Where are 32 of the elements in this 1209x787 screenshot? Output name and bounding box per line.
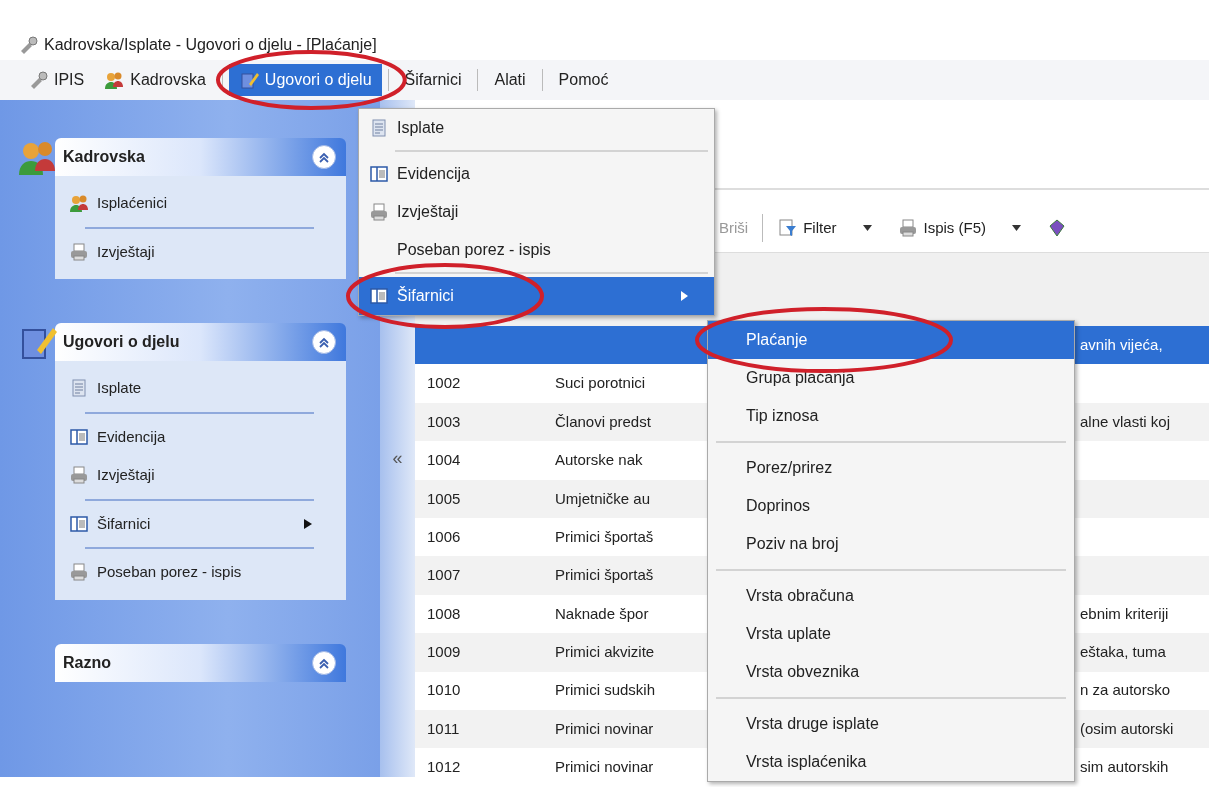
panel-title: Ugovori o djelu (63, 332, 181, 352)
table-cell: Umjetničke au (555, 489, 651, 507)
table-cell: 1002 (427, 374, 461, 392)
window-title: Kadrovska/Isplate - Ugovori o djelu - [Plaćanje] (44, 35, 377, 55)
table-cell: Primici akvizite (555, 643, 655, 661)
panel-title: Razno (63, 652, 112, 673)
table-cell: Članovi predst (555, 412, 651, 430)
table-cell: 1009 (427, 643, 461, 661)
table-cell: Suci porotnici (555, 374, 646, 392)
table-cell: 1006 (427, 527, 461, 545)
table-cell: alne vlasti koj (1080, 412, 1171, 430)
table-cell: ebnim kriteriji (1080, 604, 1169, 622)
table-cell: 1011 (427, 719, 460, 737)
table-cell: 1003 (427, 412, 461, 430)
table-cell: 1005 (427, 489, 461, 507)
table-cell: 1012 (427, 758, 461, 776)
table-cell: eštaka, tuma (1080, 643, 1166, 661)
table-cell: 1007 (427, 566, 461, 584)
table-cell: (osim autorski (1080, 719, 1174, 737)
table-cell: Naknade špor (555, 604, 649, 622)
table-cell: 1008 (427, 604, 461, 622)
table-cell: Primici novinar (555, 758, 654, 776)
table-cell: Autorske nak (555, 451, 643, 469)
table-cell: Primici športaš (555, 566, 654, 584)
panel-title: Kadrovska (63, 147, 146, 167)
table-cell: 1004 (427, 451, 461, 469)
table-cell: n za autorsko (1080, 681, 1171, 699)
table-cell: Primici sudskih (555, 681, 656, 699)
table-cell: 1010 (427, 681, 461, 699)
table-cell: Primici športaš (555, 527, 654, 545)
table-cell: Primici novinar (555, 719, 654, 737)
table-cell: avnih vijeća, (1080, 335, 1163, 353)
